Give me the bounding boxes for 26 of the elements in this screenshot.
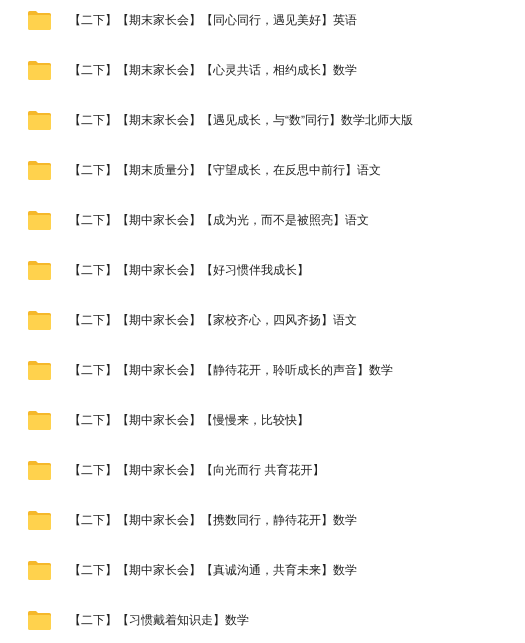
folder-name[interactable]: 【二下】【期中家长会】【向光而行 共育花开】	[69, 461, 324, 479]
folder-icon	[27, 310, 52, 330]
folder-icon	[27, 110, 52, 130]
folder-name[interactable]: 【二下】【期末家长会】【同心同行，遇见美好】英语	[69, 11, 357, 29]
folder-icon	[27, 160, 52, 180]
folder-icon	[27, 460, 52, 480]
folder-name[interactable]: 【二下】【期中家长会】【静待花开，聆听成长的声音】数学	[69, 361, 393, 379]
folder-name[interactable]: 【二下】【期中家长会】【好习惯伴我成长】	[69, 261, 309, 279]
folder-icon	[27, 410, 52, 430]
folder-name[interactable]: 【二下】【习惯戴着知识走】数学	[69, 611, 249, 629]
folder-name[interactable]: 【二下】【期末家长会】【心灵共话，相约成长】数学	[69, 61, 357, 79]
folder-icon	[27, 510, 52, 530]
folder-name[interactable]: 【二下】【期中家长会】【真诚沟通，共育未来】数学	[69, 561, 357, 579]
folder-name[interactable]: 【二下】【期中家长会】【携数同行，静待花开】数学	[69, 511, 357, 529]
folder-icon	[27, 360, 52, 380]
folder-name[interactable]: 【二下】【期末家长会】【遇见成长，与“数”同行】数学北师大版	[69, 111, 413, 129]
folder-name[interactable]: 【二下】【期末质量分】【守望成长，在反思中前行】语文	[69, 161, 381, 179]
folder-name[interactable]: 【二下】【期中家长会】【慢慢来，比较快】	[69, 411, 309, 429]
folder-icon	[27, 260, 52, 280]
folder-icon	[27, 10, 52, 30]
folder-icon	[27, 210, 52, 230]
folder-icon	[27, 560, 52, 580]
folder-icon	[27, 610, 52, 630]
folder-name[interactable]: 【二下】【期中家长会】【成为光，而不是被照亮】语文	[69, 211, 369, 229]
folder-icon	[27, 60, 52, 80]
folder-name[interactable]: 【二下】【期中家长会】【家校齐心，四风齐扬】语文	[69, 311, 357, 329]
